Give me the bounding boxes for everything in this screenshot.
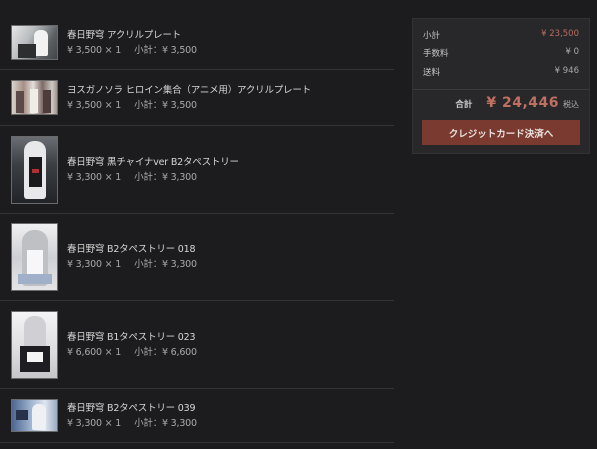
item-price-line: ¥ 3,500 × 1 小計：¥ 3,500 bbox=[67, 98, 311, 113]
cart-item: 春日野穹 黒チャイナver B2タペストリー ¥ 3,300 × 1 小計：¥ 3… bbox=[0, 126, 394, 214]
shipping-row: 送料 ¥ 946 bbox=[423, 66, 579, 78]
item-title[interactable]: ヨスガノソラ ヒロイン集合（アニメ用）アクリルプレート bbox=[67, 83, 311, 98]
cart-item: 春日野穹 B1タペストリー 023 ¥ 6,600 × 1 小計：¥ 6,600 bbox=[0, 301, 394, 389]
item-unit-price: ¥ 3,300 × 1 bbox=[67, 171, 122, 183]
shipping-label: 送料 bbox=[423, 68, 441, 78]
subtotal-value: ¥ 23,500 bbox=[541, 29, 579, 39]
product-thumbnail[interactable] bbox=[11, 310, 58, 379]
item-price-line: ¥ 3,500 × 1 小計：¥ 3,500 bbox=[67, 43, 197, 58]
cart-item: 春日野穹 B2タペストリー 018 ¥ 3,300 × 1 小計：¥ 3,300 bbox=[0, 214, 394, 301]
item-title[interactable]: 春日野穹 B2タペストリー 039 bbox=[67, 401, 197, 416]
item-title[interactable]: 春日野穹 黒チャイナver B2タペストリー bbox=[67, 155, 239, 170]
item-price-line: ¥ 3,300 × 1 小計：¥ 3,300 bbox=[67, 416, 197, 431]
product-thumbnail[interactable] bbox=[11, 80, 58, 115]
product-thumbnail[interactable] bbox=[11, 399, 58, 432]
item-unit-price: ¥ 6,600 × 1 bbox=[67, 346, 122, 358]
fee-row: 手数料 ¥ 0 bbox=[423, 47, 579, 59]
item-unit-price: ¥ 3,300 × 1 bbox=[67, 259, 122, 270]
total-label: 合計 bbox=[455, 100, 473, 110]
item-subtotal: 小計：¥ 3,300 bbox=[134, 417, 197, 429]
item-title[interactable]: 春日野穹 B1タペストリー 023 bbox=[67, 330, 197, 345]
cart-item: ヨスガノソラ ヒロイン集合（アニメ用）アクリルプレート ¥ 3,500 × 1 小… bbox=[0, 70, 394, 126]
summary-divider bbox=[413, 89, 589, 90]
order-summary-panel: 小計 ¥ 23,500 手数料 ¥ 0 送料 ¥ 946 合計 ¥ 24,446… bbox=[412, 18, 590, 154]
shipping-value: ¥ 946 bbox=[554, 66, 579, 76]
item-unit-price: ¥ 3,500 × 1 bbox=[67, 99, 122, 111]
fee-value: ¥ 0 bbox=[565, 47, 579, 57]
item-price-line: ¥ 3,300 × 1 小計：¥ 3,300 bbox=[67, 170, 239, 185]
cart-item: 春日野穹 B2タペストリー 039 ¥ 3,300 × 1 小計：¥ 3,300 bbox=[0, 389, 394, 443]
cart-item: 春日野穹 アクリルプレート ¥ 3,500 × 1 小計：¥ 3,500 bbox=[0, 16, 394, 70]
item-subtotal: 小計：¥ 3,300 bbox=[134, 171, 197, 183]
item-subtotal: 小計：¥ 3,300 bbox=[134, 259, 197, 270]
subtotal-row: 小計 ¥ 23,500 bbox=[423, 29, 579, 41]
checkout-page: 春日野穹 アクリルプレート ¥ 3,500 × 1 小計：¥ 3,500 ヨスガノ… bbox=[0, 0, 597, 449]
total-value: ¥ 24,446 bbox=[486, 95, 559, 111]
item-title[interactable]: 春日野穹 アクリルプレート bbox=[67, 28, 197, 43]
subtotal-label: 小計 bbox=[423, 31, 441, 41]
product-thumbnail[interactable] bbox=[11, 135, 58, 204]
product-thumbnail[interactable] bbox=[11, 223, 58, 291]
item-price-line: ¥ 6,600 × 1 小計：¥ 6,600 bbox=[67, 345, 197, 360]
item-unit-price: ¥ 3,300 × 1 bbox=[67, 417, 122, 429]
item-unit-price: ¥ 3,500 × 1 bbox=[67, 44, 122, 56]
item-price-line: ¥ 3,300 × 1 小計：¥ 3,300 bbox=[67, 257, 197, 272]
item-subtotal: 小計：¥ 3,500 bbox=[134, 44, 197, 56]
tax-included-note: 税込 bbox=[563, 100, 579, 109]
item-subtotal: 小計：¥ 6,600 bbox=[134, 346, 197, 358]
item-subtotal: 小計：¥ 3,500 bbox=[134, 99, 197, 111]
cart-item-list: 春日野穹 アクリルプレート ¥ 3,500 × 1 小計：¥ 3,500 ヨスガノ… bbox=[0, 16, 394, 443]
product-thumbnail[interactable] bbox=[11, 25, 58, 60]
credit-card-checkout-button[interactable]: クレジットカード決済へ bbox=[422, 120, 580, 145]
fee-label: 手数料 bbox=[423, 49, 449, 59]
total-row: 合計 ¥ 24,446 税込 bbox=[455, 95, 579, 111]
item-title[interactable]: 春日野穹 B2タペストリー 018 bbox=[67, 242, 197, 257]
